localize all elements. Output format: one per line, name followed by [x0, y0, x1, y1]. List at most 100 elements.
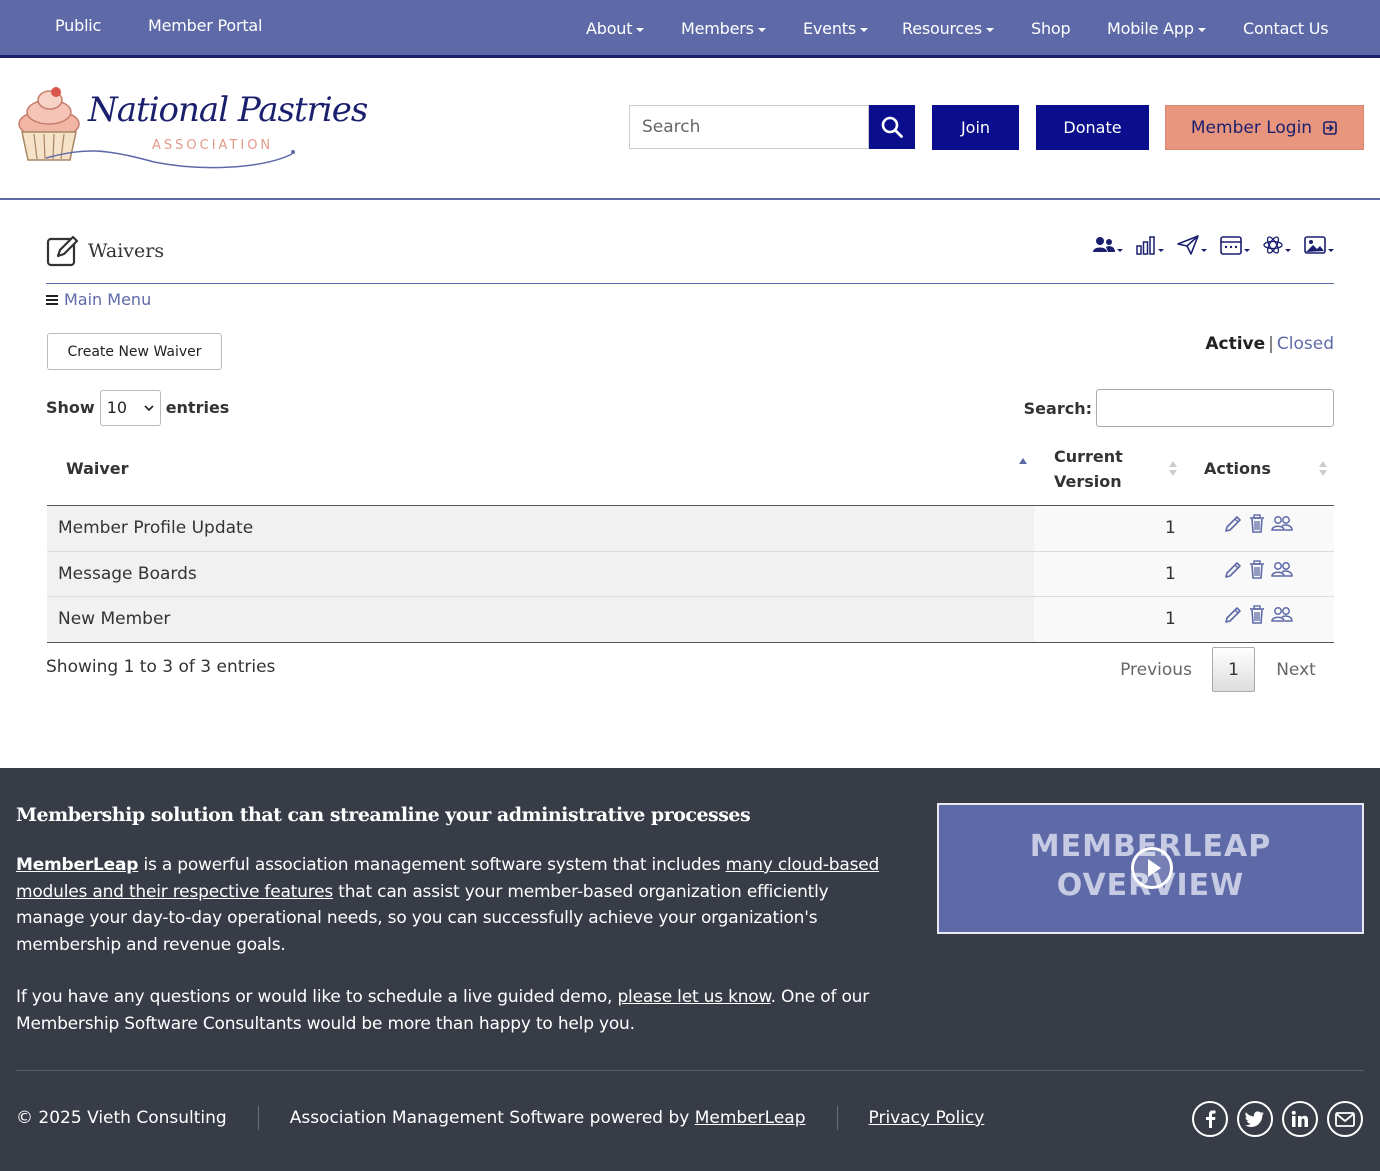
calendar-icon	[1220, 236, 1242, 255]
footer-divider	[16, 1070, 1364, 1071]
nav-contact-us[interactable]: Contact Us	[1243, 19, 1329, 38]
col-waiver[interactable]: Waiver	[66, 456, 129, 481]
signers-icon[interactable]	[1271, 514, 1293, 534]
waiver-version: 1	[1165, 609, 1176, 630]
twitter-icon[interactable]	[1237, 1101, 1273, 1137]
hamburger-icon	[46, 294, 58, 305]
pagination: Previous 1 Next	[1100, 647, 1337, 692]
sort-icon	[1319, 461, 1327, 477]
pencil-icon[interactable]	[1223, 605, 1243, 625]
pagination-previous[interactable]: Previous	[1100, 660, 1212, 680]
status-active-link[interactable]: Active	[1205, 334, 1265, 354]
logo-wordmark: National Pastries	[88, 90, 368, 130]
reports-menu[interactable]	[1135, 234, 1164, 256]
site-footer: Membership solution that can streamline …	[0, 768, 1380, 1171]
trash-icon[interactable]	[1248, 605, 1266, 625]
donate-button[interactable]: Donate	[1036, 105, 1149, 150]
signers-icon[interactable]	[1271, 560, 1293, 580]
play-icon[interactable]	[1131, 847, 1173, 889]
logo-swoosh	[45, 150, 295, 169]
site-logo[interactable]: National Pastries ASSOCIATION	[14, 84, 368, 174]
waiver-name: New Member	[47, 597, 1034, 642]
page-header: Waivers	[46, 230, 1334, 284]
chevron-down-icon	[757, 27, 766, 32]
email-icon[interactable]	[1327, 1101, 1363, 1137]
table-row: New Member 1	[47, 597, 1334, 643]
memberleap-link[interactable]: MemberLeap	[16, 855, 138, 875]
row-actions	[1223, 559, 1293, 580]
facebook-icon[interactable]	[1192, 1101, 1228, 1137]
waiver-name: Message Boards	[47, 551, 1034, 596]
nav-events[interactable]: Events	[803, 19, 868, 38]
waiver-version: 1	[1165, 518, 1176, 539]
footer-bottom-bar: © 2025 Vieth Consulting Association Mana…	[16, 1106, 984, 1130]
bar-chart-icon	[1136, 236, 1155, 255]
page-title: Waivers	[88, 240, 165, 262]
join-button[interactable]: Join	[932, 105, 1019, 150]
signers-icon[interactable]	[1271, 605, 1293, 625]
trash-icon[interactable]	[1248, 559, 1266, 580]
users-icon	[1093, 237, 1115, 252]
media-menu[interactable]	[1303, 234, 1334, 256]
chevron-down-icon	[144, 404, 154, 411]
waiver-name: Member Profile Update	[47, 506, 1034, 551]
copyright: © 2025 Vieth Consulting	[16, 1108, 227, 1128]
modules-menu[interactable]	[1262, 234, 1291, 256]
chevron-down-icon	[985, 27, 994, 32]
nav-resources[interactable]: Resources	[902, 19, 994, 38]
powered-by: Association Management Software powered …	[289, 1108, 806, 1128]
footer-paragraph-1: MemberLeap is a powerful association man…	[16, 855, 880, 955]
search-icon	[881, 116, 903, 138]
memberleap-footer-link[interactable]: MemberLeap	[695, 1108, 806, 1128]
trash-icon[interactable]	[1248, 514, 1266, 534]
waiver-version: 1	[1165, 563, 1176, 584]
main-menu-link[interactable]: Main Menu	[46, 290, 151, 309]
footer-title: Membership solution that can streamline …	[16, 804, 751, 826]
footer-paragraph-2: If you have any questions or would like …	[16, 987, 870, 1034]
waivers-table: Waiver Current Version Actions Member Pro…	[47, 436, 1334, 643]
nav-mobile-app[interactable]: Mobile App	[1107, 19, 1206, 38]
events-menu[interactable]	[1219, 234, 1250, 256]
linkedin-icon[interactable]	[1282, 1101, 1318, 1137]
edit-icon	[46, 235, 79, 267]
site-search-button[interactable]	[869, 105, 915, 149]
pagination-page-1[interactable]: 1	[1212, 647, 1255, 692]
create-new-waiver-button[interactable]: Create New Waiver	[47, 333, 222, 370]
toolbar-icons	[1092, 234, 1334, 256]
row-actions	[1223, 514, 1293, 534]
pencil-icon[interactable]	[1223, 514, 1243, 534]
communications-menu[interactable]	[1176, 234, 1207, 256]
chevron-down-icon	[859, 27, 868, 32]
status-closed-link[interactable]: Closed	[1277, 334, 1334, 354]
table-row: Message Boards 1	[47, 551, 1334, 597]
top-nav: Public Member Portal About Members Event…	[0, 0, 1380, 58]
member-login-button[interactable]: Member Login	[1165, 105, 1364, 150]
login-icon	[1323, 120, 1337, 135]
sort-ascending-icon	[1019, 458, 1027, 474]
nav-public[interactable]: Public	[55, 16, 101, 35]
table-row: Member Profile Update 1	[47, 506, 1334, 552]
page-length-select[interactable]: 10	[99, 389, 161, 426]
pagination-next[interactable]: Next	[1255, 660, 1337, 680]
contact-link[interactable]: please let us know	[617, 987, 770, 1007]
nav-shop[interactable]: Shop	[1031, 19, 1071, 38]
members-menu[interactable]	[1092, 234, 1123, 256]
sort-icon	[1169, 461, 1177, 477]
pencil-icon[interactable]	[1223, 560, 1243, 580]
table-search-input[interactable]	[1096, 389, 1334, 427]
status-filter: Active | Closed	[1205, 334, 1334, 354]
table-info: Showing 1 to 3 of 3 entries	[46, 657, 276, 677]
nav-about[interactable]: About	[586, 19, 645, 38]
nav-member-portal[interactable]: Member Portal	[148, 16, 262, 35]
nav-members[interactable]: Members	[681, 19, 766, 38]
chevron-down-icon	[636, 27, 645, 32]
overview-video[interactable]: MEMBERLEAP OVERVIEW	[937, 803, 1364, 934]
page-length-control: Show 10 entries	[46, 389, 229, 426]
col-current-version[interactable]: Current Version	[1054, 444, 1123, 494]
send-icon	[1177, 235, 1199, 255]
col-actions[interactable]: Actions	[1204, 456, 1271, 481]
privacy-policy-link[interactable]: Privacy Policy	[869, 1108, 985, 1128]
table-header: Waiver Current Version Actions	[47, 436, 1334, 506]
site-header: National Pastries ASSOCIATION Join Donat…	[0, 58, 1380, 200]
site-search-input[interactable]	[629, 105, 869, 149]
